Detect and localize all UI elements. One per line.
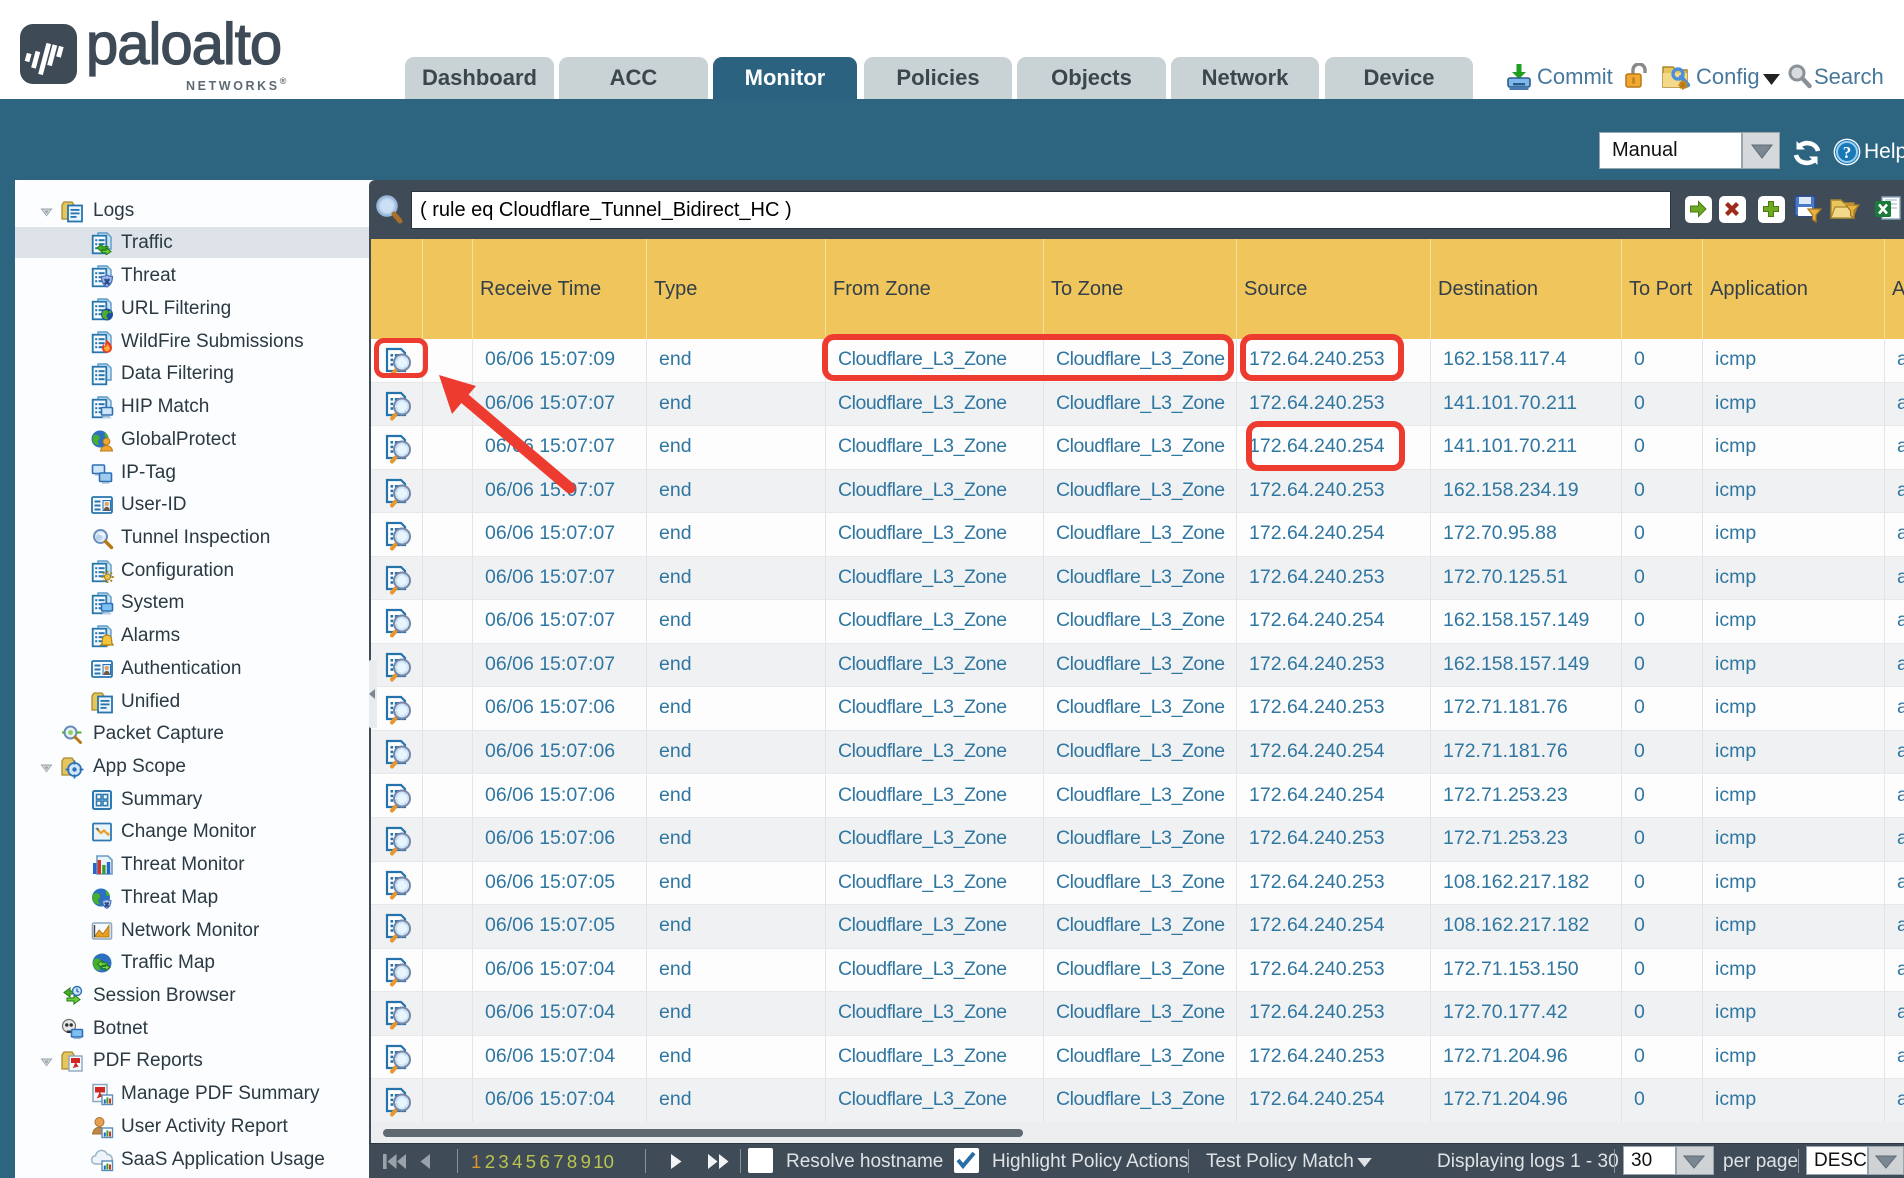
svg-text:?: ? <box>1843 143 1852 162</box>
